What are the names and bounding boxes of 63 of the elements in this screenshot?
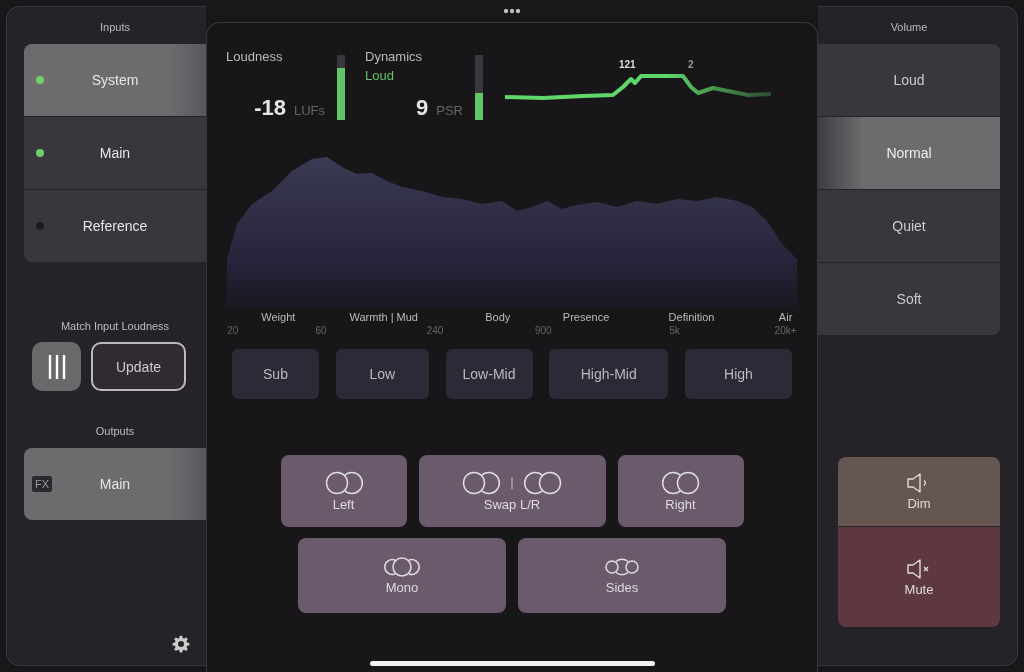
meter-toggle[interactable] [32,342,81,391]
output-label: Main [99,476,131,492]
monitor-button[interactable]: Dim [838,457,1000,526]
section-title: Inputs [99,20,131,35]
meter-title: Loudness [226,49,284,64]
dynamics-status: Loud [365,68,395,83]
output-item[interactable]: FX Main [24,448,206,520]
volume-item[interactable]: Normal [818,117,1000,190]
stereo-label: Right [665,496,696,512]
bars-icon [46,352,67,381]
region-label: Air [778,311,793,323]
fx-badge[interactable]: FX [32,476,53,492]
sides-icon [604,556,640,578]
dynamics-value: 9 [416,95,429,121]
meter-title: Dynamics [365,49,424,64]
update-button[interactable]: Update [91,342,186,391]
input-label: Reference [82,218,148,234]
band-button[interactable]: High [685,349,792,399]
handle-icon[interactable] [503,8,521,14]
stereo-button[interactable]: Left [280,455,407,527]
swap-channels-icon [461,470,563,495]
left-channel-icon [323,470,364,495]
input-item[interactable]: System [24,44,206,117]
stereo-button[interactable]: Swap L/R [418,455,606,527]
section-title: Volume [889,20,929,35]
region-label: Definition [668,311,715,323]
dynamics-unit: PSR [436,103,463,118]
stereo-label: Sides [605,580,639,595]
band-button[interactable]: Low [335,349,429,399]
stereo-label: Mono [385,580,419,595]
monitor-label: Mute [904,581,934,597]
right-channel-icon [660,470,701,495]
stereo-button[interactable]: Right [617,455,744,527]
band-button[interactable]: High-Mid [549,349,669,399]
volume-item[interactable]: Loud [818,44,1000,117]
band-button[interactable]: Low-Mid [445,349,533,399]
frequency-label: 240 [426,325,444,336]
section-title: Match Input Loudness [59,320,171,334]
band-button[interactable]: Sub [232,349,319,399]
region-label: Weight [261,311,296,323]
monitor-label: Dim [907,496,931,511]
region-label: Warmth | Mud [349,311,418,323]
stereo-label: Swap L/R [483,496,541,512]
frequency-label: 20 [227,325,239,336]
frequency-label: 5k [669,325,680,336]
history-marker: 121 [619,59,636,70]
stereo-button[interactable]: Sides [518,538,726,613]
region-label: Presence [562,311,610,323]
stereo-button[interactable]: Mono [298,538,506,613]
frequency-label: 900 [535,325,552,336]
mono-icon [384,556,420,578]
stereo-label: Left [332,496,355,512]
input-label: Main [99,145,131,161]
region-label: Body [485,311,511,323]
frequency-label: 60 [315,325,327,336]
loudness-value: -18 [254,95,286,121]
loudness-unit: LUFs [293,103,325,118]
frequency-label: 20k+ [774,325,797,336]
monitor-button[interactable]: Mute [838,527,1000,627]
settings-icon[interactable] [172,635,190,653]
history-marker: 2 [688,59,694,70]
input-label: System [91,72,139,88]
section-title: Outputs [94,424,136,439]
